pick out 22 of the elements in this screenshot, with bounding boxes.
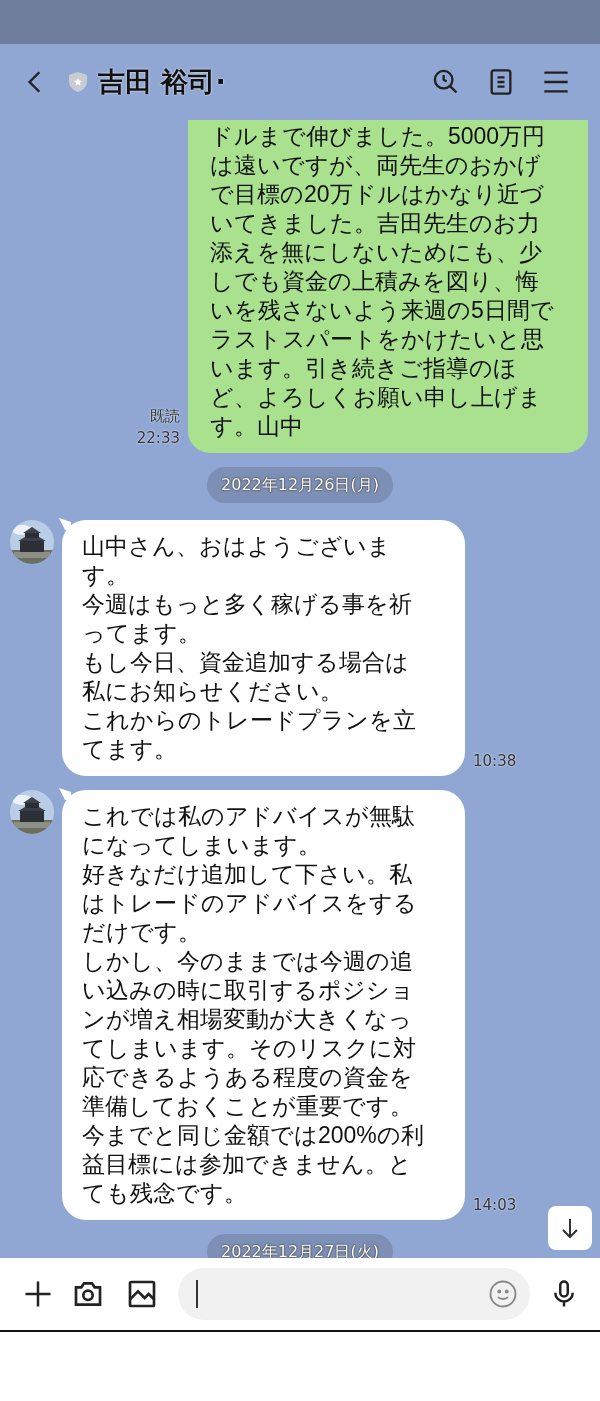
message-time: 22:33 <box>136 428 180 449</box>
smiley-icon <box>488 1279 518 1309</box>
message-text: これでは私のアドバイスが無駄になってしまいます。 <box>82 802 416 860</box>
message-text: 今週はもっと多く稼げる事を祈ってます。 <box>82 590 413 648</box>
message-text: 好きなだけ追加して下さい。私はトレードのアドバイスをするだけです。 <box>82 860 418 947</box>
message-text: もし今日、資金追加する場合は私にお知らせください。 <box>82 648 410 706</box>
date-badge: 2022年12月26日(月) <box>207 467 393 503</box>
read-receipt: 既読 <box>150 406 180 427</box>
search-icon <box>432 68 460 96</box>
message-input-field[interactable] <box>178 1268 530 1320</box>
chat-title: 吉田 裕司· <box>98 64 226 99</box>
message-text: しかし、今のままでは今週の追い込みの時に取引するポジションが増え相場変動が大きくなってしまいます。そのリスクに対応できるようある程度の資金を準備しておくことが重要です。 <box>82 947 417 1121</box>
message-time: 10:38 <box>473 750 517 772</box>
message-text: ドルまで伸びました。5000万円は遠いですが、両先生のおかげで目標の20万ドルはかなり近づいてきました。吉田先生のお力添えを無にしないためにも、少しでも資金の上積みを図り、悔いを残さないよう来週の5日間でラストスパートをかけたいと思います。引き続きご指導のほど、よろしくお願い申し上げます。山中 <box>210 122 554 441</box>
message-text: 山中さん、おはようございます。 <box>82 532 392 590</box>
image-icon <box>126 1278 158 1310</box>
message-time: 14:03 <box>473 1194 517 1216</box>
scroll-down-button[interactable] <box>548 1206 592 1250</box>
plus-icon <box>23 1279 53 1309</box>
shield-icon <box>66 69 90 95</box>
message-text: これからのトレードプランを立てます。 <box>82 706 417 764</box>
message-text: 今までと同じ金額では200%の利益目標には参加できません。とても残念です。 <box>82 1121 425 1208</box>
